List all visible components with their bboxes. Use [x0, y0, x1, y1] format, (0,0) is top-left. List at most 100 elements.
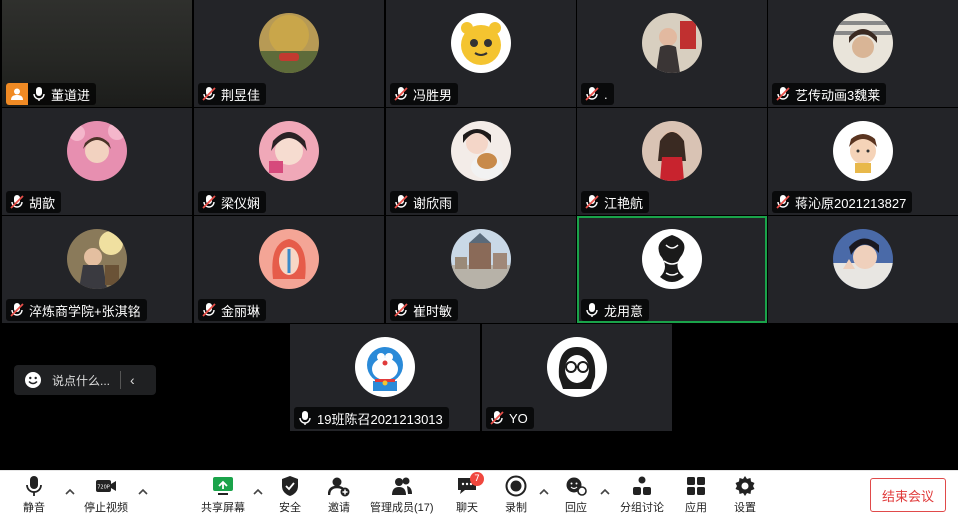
mute-button[interactable]: 静音	[23, 475, 45, 515]
avatar	[67, 229, 127, 289]
svg-text:720P: 720P	[97, 485, 110, 491]
name-label: 江艳航	[581, 191, 650, 213]
share-options-chevron-icon[interactable]	[252, 485, 264, 497]
avatar	[259, 13, 319, 73]
divider	[120, 371, 122, 389]
mic-muted-icon	[10, 303, 24, 317]
name-label: 龙用意	[581, 299, 650, 321]
participant-tile[interactable]: 金丽琳	[194, 216, 384, 323]
reactions-button[interactable]: 回应	[565, 475, 587, 515]
participant-name: 梁仪娴	[221, 195, 261, 211]
participant-tile[interactable]: 江艳航	[577, 108, 767, 215]
active-speaker-tile[interactable]: 龙用意	[577, 216, 767, 323]
name-label: 淬炼商学院+张淇铭	[6, 299, 147, 321]
participant-tile[interactable]: 艺传动画3魏莱	[768, 0, 958, 107]
mic-muted-icon	[202, 87, 216, 101]
apps-button[interactable]: 应用	[685, 475, 707, 515]
settings-button[interactable]: 设置	[734, 475, 756, 515]
participant-tile[interactable]	[768, 216, 958, 323]
avatar	[451, 13, 511, 73]
mic-on-icon	[299, 411, 311, 425]
name-label: .	[581, 83, 614, 105]
participant-tile[interactable]: 冯胜男	[386, 0, 576, 107]
participant-name: .	[604, 86, 608, 102]
breakout-rooms-icon	[633, 476, 651, 495]
participant-tile[interactable]: 梁仪娴	[194, 108, 384, 215]
avatar	[355, 337, 415, 397]
avatar	[67, 121, 127, 181]
invite-button[interactable]: 邀请	[328, 475, 350, 515]
shield-icon	[282, 476, 298, 496]
record-options-chevron-icon[interactable]	[538, 485, 550, 497]
stop-video-button[interactable]: 720P 停止视频	[84, 475, 128, 515]
name-label: 金丽琳	[198, 299, 267, 321]
name-label: 冯胜男	[390, 83, 459, 105]
participant-tile[interactable]: 蒋沁原2021213827	[768, 108, 958, 215]
participant-tile[interactable]: 淬炼商学院+张淇铭	[2, 216, 192, 323]
mic-on-icon	[33, 87, 45, 101]
end-meeting-button[interactable]: 结束会议	[870, 478, 946, 512]
members-icon	[391, 477, 412, 495]
microphone-icon	[26, 476, 42, 496]
name-label: 19班陈召2021213013	[294, 407, 449, 429]
meeting-toolbar: 静音 720P 停止视频 共享屏幕 安全 邀请 管理成员(17) 7 聊天 录制…	[0, 470, 958, 516]
gear-icon	[735, 476, 755, 496]
participant-tile[interactable]: YO	[482, 324, 672, 431]
mic-muted-icon	[202, 303, 216, 317]
collapse-chevron-icon[interactable]: ‹	[130, 372, 135, 388]
video-camera-icon: 720P	[96, 480, 116, 492]
mic-muted-icon	[10, 195, 24, 209]
invite-label: 邀请	[328, 502, 350, 514]
name-label: 艺传动画3魏莱	[772, 83, 887, 105]
avatar	[833, 229, 893, 289]
audio-options-chevron-icon[interactable]	[64, 485, 76, 497]
chat-button[interactable]: 7 聊天	[456, 472, 484, 515]
quick-chat-input[interactable]: 说点什么... ‹	[14, 365, 156, 395]
record-icon	[505, 475, 527, 497]
participant-name: 艺传动画3魏莱	[795, 87, 881, 103]
security-button[interactable]: 安全	[279, 475, 301, 515]
avatar	[451, 229, 511, 289]
share-screen-icon	[213, 477, 233, 495]
name-label: 胡歆	[6, 191, 62, 213]
participant-tile[interactable]: 19班陈召2021213013	[290, 324, 480, 431]
video-gallery: 董道进 荆昱佳 冯胜男 . 艺传动画3魏莱 胡歆 梁仪娴 谢欣雨 江艳航 蒋沁原…	[0, 0, 958, 470]
reactions-label: 回应	[565, 502, 587, 514]
participant-tile[interactable]: 崔时敏	[386, 216, 576, 323]
reaction-emoji-icon	[566, 477, 587, 496]
participant-name: 江艳航	[604, 195, 644, 211]
manage-members-button[interactable]: 管理成员(17)	[370, 475, 434, 515]
avatar	[642, 121, 702, 181]
name-label: YO	[486, 407, 534, 429]
avatar	[547, 337, 607, 397]
emoji-icon[interactable]	[24, 371, 42, 389]
breakout-label: 分组讨论	[620, 502, 664, 514]
participant-tile[interactable]: 荆昱佳	[194, 0, 384, 107]
name-label: 董道进	[6, 83, 97, 105]
participant-tile[interactable]: 胡歆	[2, 108, 192, 215]
mute-label: 静音	[23, 502, 45, 514]
avatar	[833, 121, 893, 181]
participant-name: 19班陈召2021213013	[317, 411, 443, 427]
chat-placeholder[interactable]: 说点什么...	[52, 372, 110, 389]
name-label: 梁仪娴	[198, 191, 267, 213]
avatar	[642, 229, 702, 289]
breakout-rooms-button[interactable]: 分组讨论	[620, 475, 664, 515]
share-screen-button[interactable]: 共享屏幕	[201, 475, 245, 515]
name-label: 谢欣雨	[390, 191, 459, 213]
participant-tile[interactable]: 董道进	[2, 0, 192, 107]
participant-tile[interactable]: 谢欣雨	[386, 108, 576, 215]
record-button[interactable]: 录制	[505, 475, 527, 515]
participant-name: 谢欣雨	[413, 195, 453, 211]
participant-tile[interactable]: .	[577, 0, 767, 107]
mic-muted-icon	[394, 195, 408, 209]
participant-name: YO	[509, 410, 528, 426]
mic-on-icon	[586, 303, 598, 317]
video-options-chevron-icon[interactable]	[137, 485, 149, 497]
participant-name: 冯胜男	[413, 87, 453, 103]
reactions-options-chevron-icon[interactable]	[599, 485, 611, 497]
participant-name: 龙用意	[604, 303, 644, 319]
share-screen-label: 共享屏幕	[201, 502, 245, 514]
host-icon	[6, 83, 28, 105]
security-label: 安全	[279, 502, 301, 514]
